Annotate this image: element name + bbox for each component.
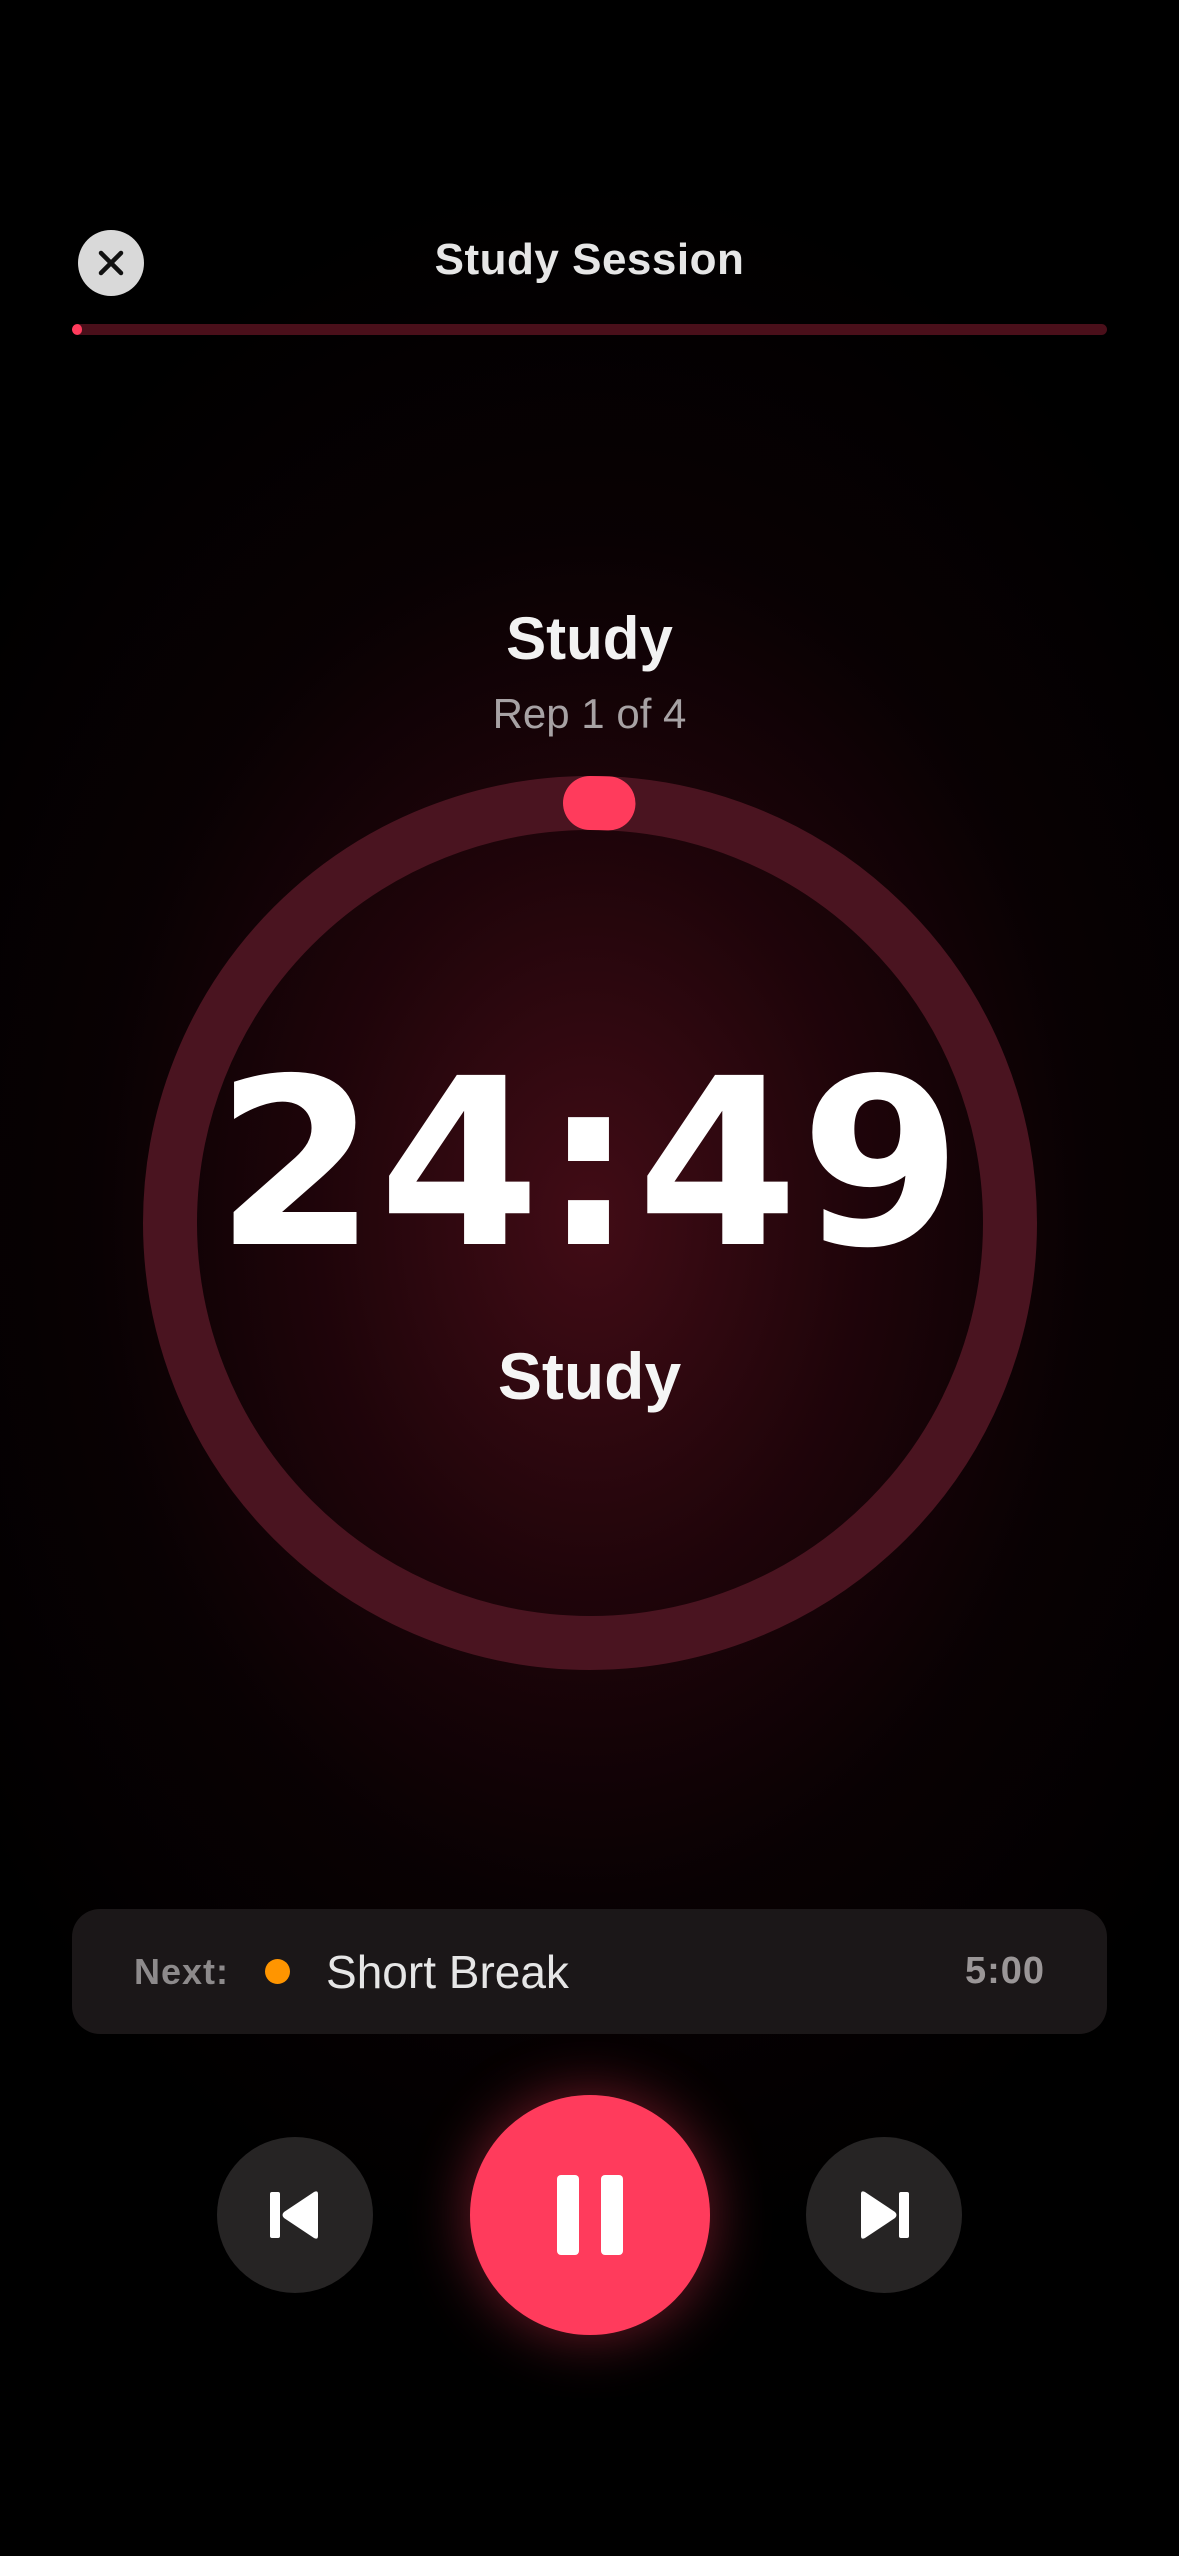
phase-title: Study xyxy=(506,605,673,672)
session-title: Study Session xyxy=(434,235,745,284)
rep-counter: Rep 1 of 4 xyxy=(492,690,687,737)
next-phase-card: Next: Short Break 5:00 xyxy=(72,1909,1107,2034)
session-progress-fill xyxy=(72,324,83,335)
timer-phase-label: Study xyxy=(497,1339,682,1413)
previous-button[interactable] xyxy=(217,2137,373,2293)
next-label: Next: xyxy=(134,1950,230,1992)
next-phase-duration: 5:00 xyxy=(964,1950,1045,1992)
skip-button[interactable] xyxy=(806,2137,962,2293)
countdown-timer: 24:49 xyxy=(215,1029,964,1299)
skip-back-icon xyxy=(270,2191,318,2239)
skip-forward-icon xyxy=(861,2191,909,2239)
next-phase-name: Short Break xyxy=(326,1945,569,1998)
session-progress-bar xyxy=(72,324,1107,335)
pause-icon xyxy=(557,2175,623,2255)
pause-button[interactable] xyxy=(470,2095,710,2335)
next-phase-color-dot xyxy=(265,1959,291,1984)
